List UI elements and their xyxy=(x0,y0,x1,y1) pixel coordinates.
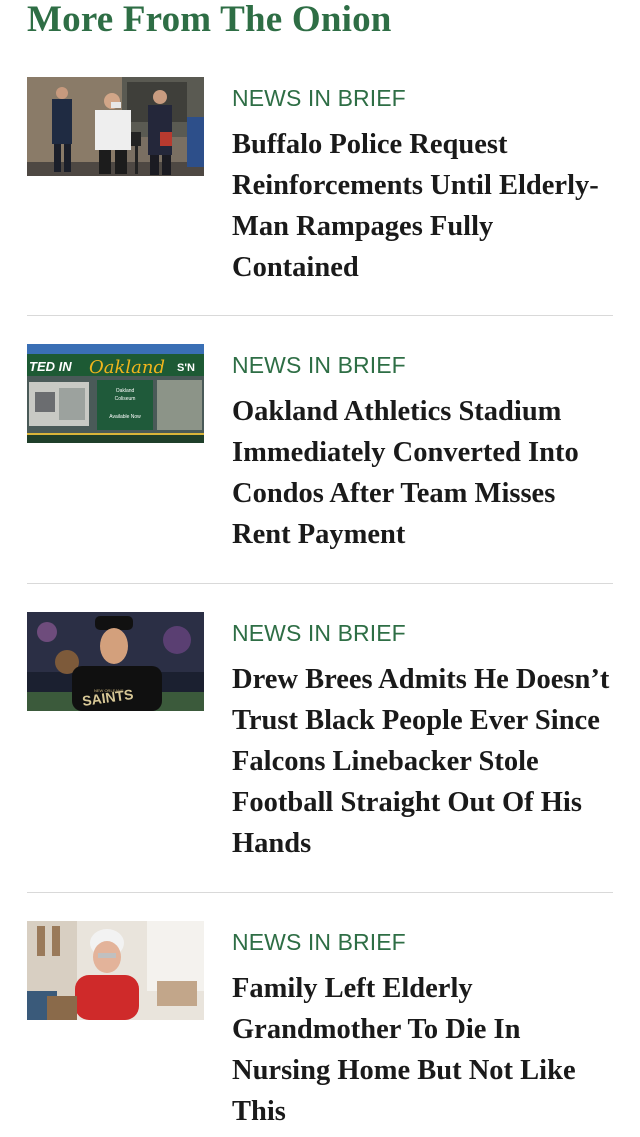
article-headline[interactable]: Drew Brees Admits He Doesn’t Trust Black… xyxy=(232,659,617,864)
article-thumbnail[interactable] xyxy=(27,921,204,1020)
article-kicker[interactable]: NEWS IN BRIEF xyxy=(232,352,406,379)
section-title: More From The Onion xyxy=(27,0,392,40)
article-thumbnail[interactable]: TED IN Oakland S'N Oakland Coliseum Avai… xyxy=(27,344,204,443)
article-kicker[interactable]: NEWS IN BRIEF xyxy=(232,85,406,112)
article-card[interactable]: NEWS IN BRIEF Family Left Elderly Grandm… xyxy=(27,921,613,1137)
article-headline[interactable]: Family Left Elderly Grandmother To Die I… xyxy=(232,968,617,1132)
article-headline[interactable]: Buffalo Police Request Reinforcements Un… xyxy=(232,124,617,288)
svg-text:S'N: S'N xyxy=(177,362,195,374)
article-card[interactable]: NEW ORLEANS SAINTS NEWS IN BRIEF Drew Br… xyxy=(27,612,613,874)
football-player-photo-icon: NEW ORLEANS SAINTS xyxy=(27,612,204,711)
stadium-photo-icon: TED IN Oakland S'N Oakland Coliseum Avai… xyxy=(27,344,204,443)
article-headline[interactable]: Oakland Athletics Stadium Immediately Co… xyxy=(232,391,617,555)
article-card[interactable]: NEWS IN BRIEF Buffalo Police Request Rei… xyxy=(27,77,613,297)
article-card[interactable]: TED IN Oakland S'N Oakland Coliseum Avai… xyxy=(27,344,613,564)
article-kicker[interactable]: NEWS IN BRIEF xyxy=(232,620,406,647)
article-thumbnail[interactable]: NEW ORLEANS SAINTS xyxy=(27,612,204,711)
svg-text:TED IN: TED IN xyxy=(29,359,72,374)
article-thumbnail[interactable] xyxy=(27,77,204,176)
article-kicker[interactable]: NEWS IN BRIEF xyxy=(232,929,406,956)
divider xyxy=(27,583,613,584)
press-conference-photo-icon xyxy=(27,77,204,176)
svg-text:Oakland: Oakland xyxy=(116,388,135,394)
svg-text:Available Now: Available Now xyxy=(109,414,141,420)
divider xyxy=(27,892,613,893)
divider xyxy=(27,315,613,316)
elderly-woman-photo-icon xyxy=(27,921,204,1020)
svg-text:Oakland: Oakland xyxy=(89,357,165,378)
svg-text:Coliseum: Coliseum xyxy=(115,396,136,402)
